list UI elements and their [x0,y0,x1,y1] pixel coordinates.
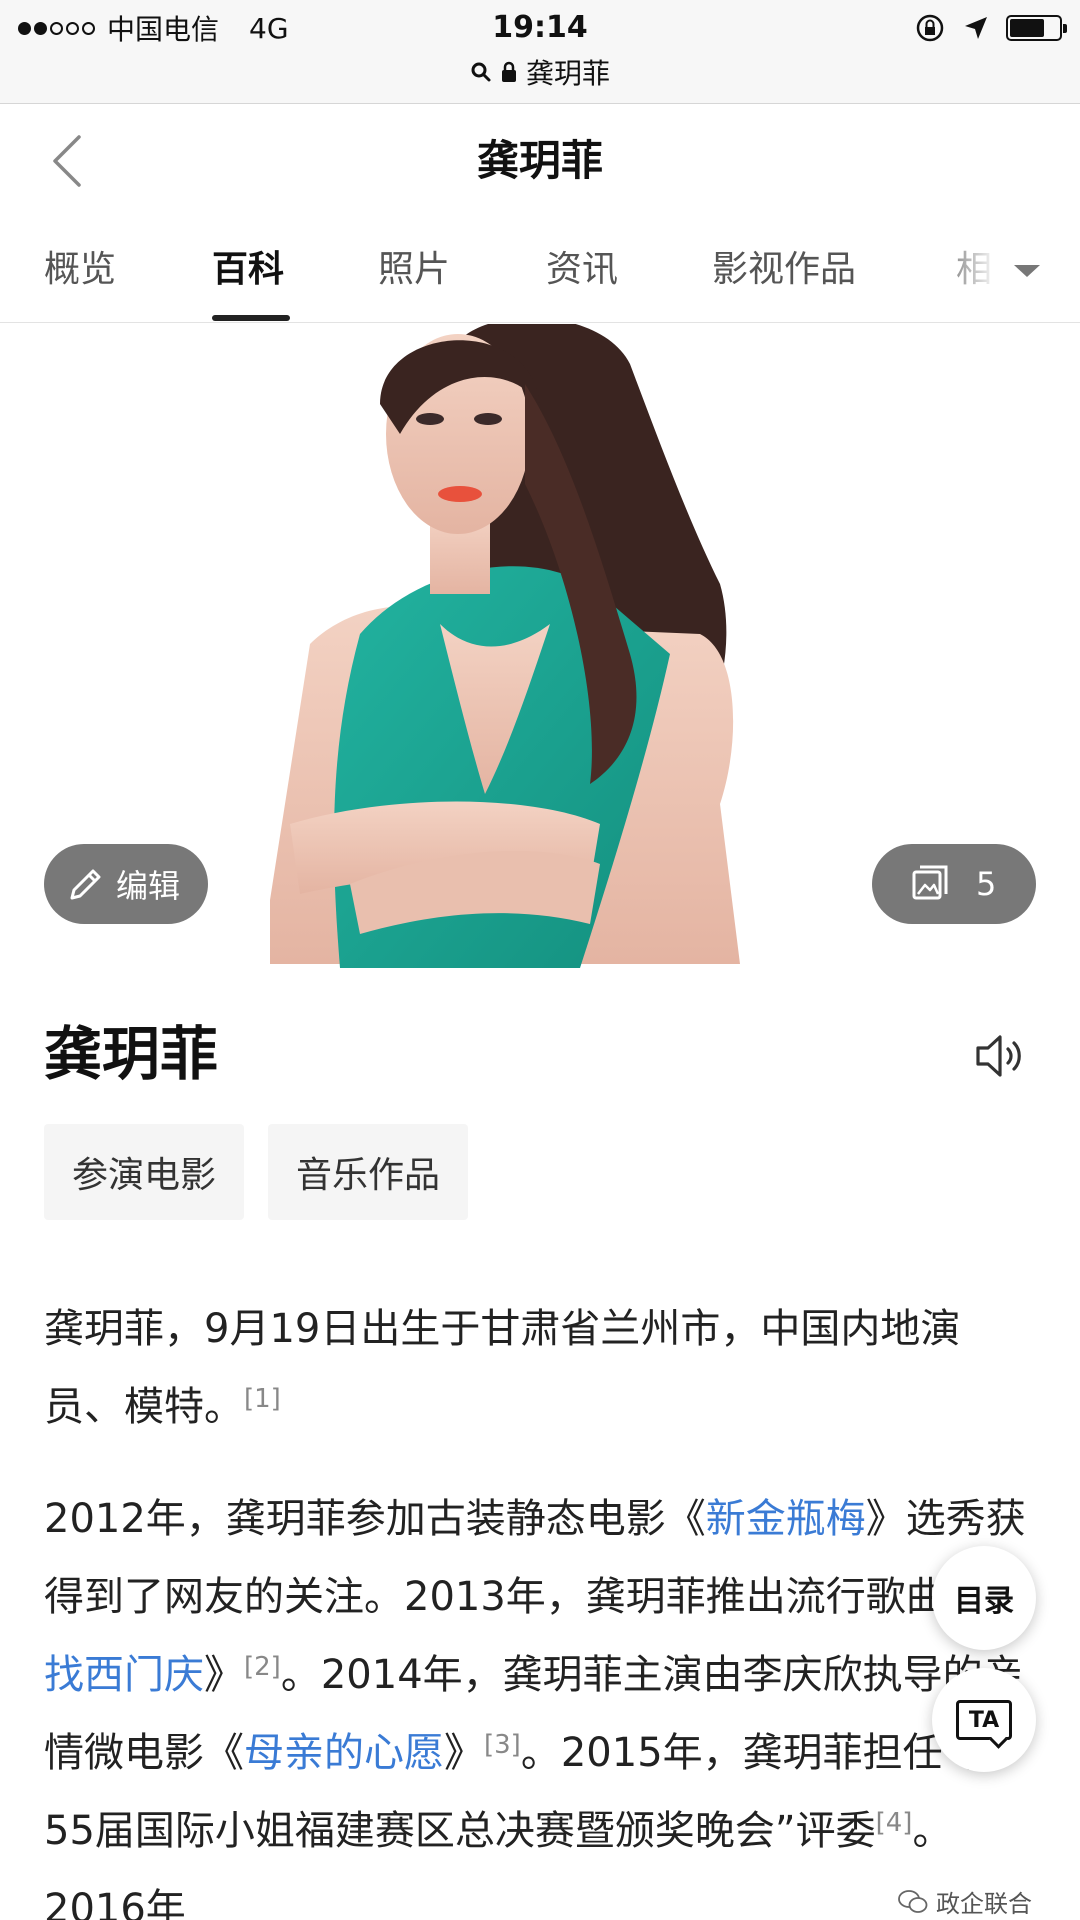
edit-label: 编辑 [116,867,181,905]
profile-photo[interactable] [270,324,910,968]
address-bar[interactable]: 龚玥菲 [0,52,1080,92]
location-arrow-icon [965,17,987,39]
tab-fade [930,217,1080,322]
watermark: 政企联合 [898,1884,1032,1919]
ta-label: TA [968,1707,1000,1733]
chevron-down-icon[interactable] [1014,265,1040,277]
watermark-text: 政企联合 [936,1890,1032,1918]
tab-overview[interactable]: 概览 [44,245,116,295]
pencil-icon [70,869,101,900]
reference-link[interactable]: [3] [484,1730,521,1760]
page-title: 龚玥菲 [476,136,603,185]
tab-news[interactable]: 资讯 [546,245,618,295]
browser-top-bar: 中国电信 4G 19:14 龚玥菲 [0,0,1080,104]
orientation-lock-icon [916,14,944,42]
search-icon [471,62,491,82]
reference-link[interactable]: [2] [244,1652,281,1682]
paragraph-text: 龚玥菲，9月19日出生于甘肃省兰州市，中国内地演员、模特。 [44,1306,961,1430]
tab-film-tv[interactable]: 影视作品 [712,245,856,295]
wechat-icon [898,1889,928,1913]
article-paragraph-1: 龚玥菲，9月19日出生于甘肃省兰州市，中国内地演员、模特。[1] [44,1290,1034,1446]
link-mother-wish[interactable]: 母亲的心愿 [244,1730,444,1776]
gallery-icon [912,865,948,900]
nav-bar: 龚玥菲 [0,105,1080,217]
edit-button[interactable]: 编辑 [44,844,208,924]
article-paragraph-2: 2012年，龚玥菲参加古装静态电影《新金瓶梅》选秀获得到了网友的关注。2013年… [44,1480,1034,1920]
reference-link[interactable]: [1] [244,1384,281,1414]
hero-section: 编辑 5 [0,324,1080,968]
active-tab-indicator [212,315,290,321]
photo-gallery-button[interactable]: 5 [872,844,1036,924]
battery-icon [1006,15,1067,41]
lock-icon [501,61,516,82]
paragraph-text: 》 [204,1652,244,1698]
toc-label: 目录 [954,1584,1014,1619]
chip-films[interactable]: 参演电影 [44,1124,245,1220]
chip-music[interactable]: 音乐作品 [268,1124,469,1220]
tab-bar: 概览 百科 照片 资讯 影视作品 相 [0,217,1080,323]
reference-link[interactable]: [4] [876,1808,913,1838]
tab-photos[interactable]: 照片 [378,245,450,295]
paragraph-text: 》 [444,1730,484,1776]
article-body: 龚玥菲，9月19日出生于甘肃省兰州市，中国内地演员、模特。[1] 2012年，龚… [44,1290,1034,1920]
address-text: 龚玥菲 [525,57,610,90]
ta-button[interactable]: TA [932,1668,1036,1772]
entry-title: 龚玥菲 [44,1020,219,1088]
status-right [914,10,1067,46]
entry-chips: 参演电影 音乐作品 [44,1124,469,1220]
paragraph-text: 2012年，龚玥菲参加古装静态电影《 [44,1496,706,1542]
table-of-contents-button[interactable]: 目录 [932,1546,1036,1650]
speaker-icon[interactable] [972,1028,1028,1084]
ta-icon: TA [956,1700,1012,1740]
tab-encyclopedia[interactable]: 百科 [212,245,284,295]
photo-count: 5 [976,865,997,903]
link-new-jin-ping-mei[interactable]: 新金瓶梅 [706,1496,866,1542]
